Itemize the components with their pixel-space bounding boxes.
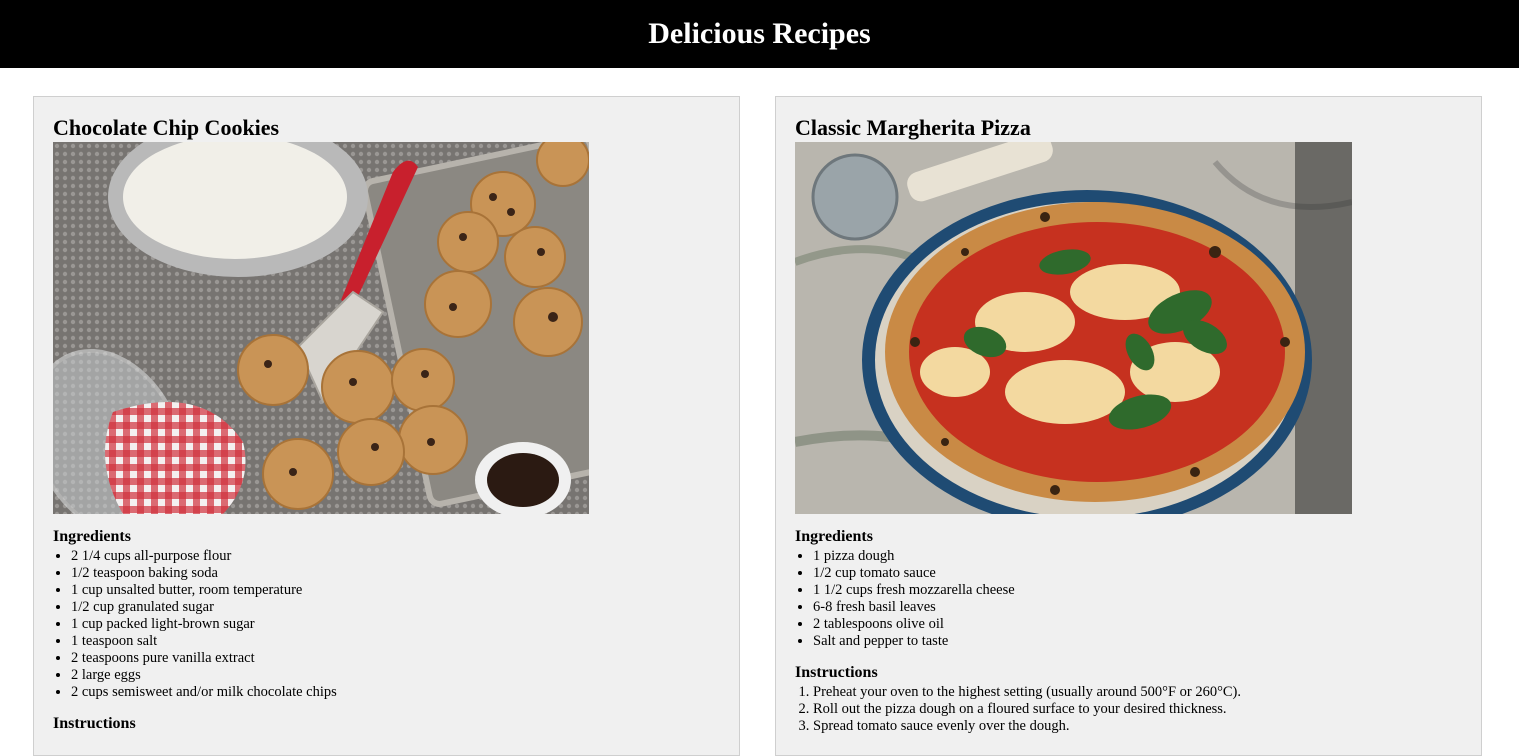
list-item: 1 cup packed light-brown sugar — [71, 616, 720, 633]
ingredients-list: 2 1/4 cups all-purpose flour 1/2 teaspoo… — [53, 548, 720, 701]
list-item: 2 teaspoons pure vanilla extract — [71, 650, 720, 667]
instructions-heading: Instructions — [795, 664, 878, 681]
list-item: 1/2 cup tomato sauce — [813, 565, 1462, 582]
recipe-title: Chocolate Chip Cookies — [53, 115, 280, 140]
list-item: 1/2 cup granulated sugar — [71, 599, 720, 616]
page-title: Delicious Recipes — [648, 17, 871, 50]
list-item: 2 cups semisweet and/or milk chocolate c… — [71, 684, 720, 701]
list-item: 1 pizza dough — [813, 548, 1462, 565]
list-item: Spread tomato sauce evenly over the doug… — [813, 718, 1462, 735]
instructions-list: Preheat your oven to the highest setting… — [795, 684, 1462, 735]
list-item: Salt and pepper to taste — [813, 633, 1462, 650]
ingredients-list: 1 pizza dough 1/2 cup tomato sauce 1 1/2… — [795, 548, 1462, 650]
list-item: 2 large eggs — [71, 667, 720, 684]
list-item: 1 1/2 cups fresh mozzarella cheese — [813, 582, 1462, 599]
recipe-card-cookies: Chocolate Chip Cookies Ingredients • 2 1… — [33, 96, 740, 756]
instructions-heading: Instructions — [53, 715, 136, 732]
recipe-card-pizza: Classic Margherita Pizza Ingredients • 1… — [775, 96, 1482, 756]
recipe-title: Classic Margherita Pizza — [795, 115, 1031, 140]
recipe-image-pizza — [795, 142, 1352, 514]
list-item: Preheat your oven to the highest setting… — [813, 684, 1462, 701]
list-item: 2 1/4 cups all-purpose flour — [71, 548, 720, 565]
list-item: 6-8 fresh basil leaves — [813, 599, 1462, 616]
ingredients-heading: Ingredients — [53, 528, 131, 545]
recipe-image-cookies — [53, 142, 589, 514]
list-item: 1 teaspoon salt — [71, 633, 720, 650]
recipe-grid: Chocolate Chip Cookies Ingredients • 2 1… — [0, 68, 1519, 756]
list-item: 2 tablespoons olive oil — [813, 616, 1462, 633]
list-item: 1/2 teaspoon baking soda — [71, 565, 720, 582]
list-item: 1 cup unsalted butter, room temperature — [71, 582, 720, 599]
ingredients-heading: Ingredients — [795, 528, 873, 545]
site-header: Delicious Recipes — [0, 0, 1519, 68]
list-item: Roll out the pizza dough on a floured su… — [813, 701, 1462, 718]
